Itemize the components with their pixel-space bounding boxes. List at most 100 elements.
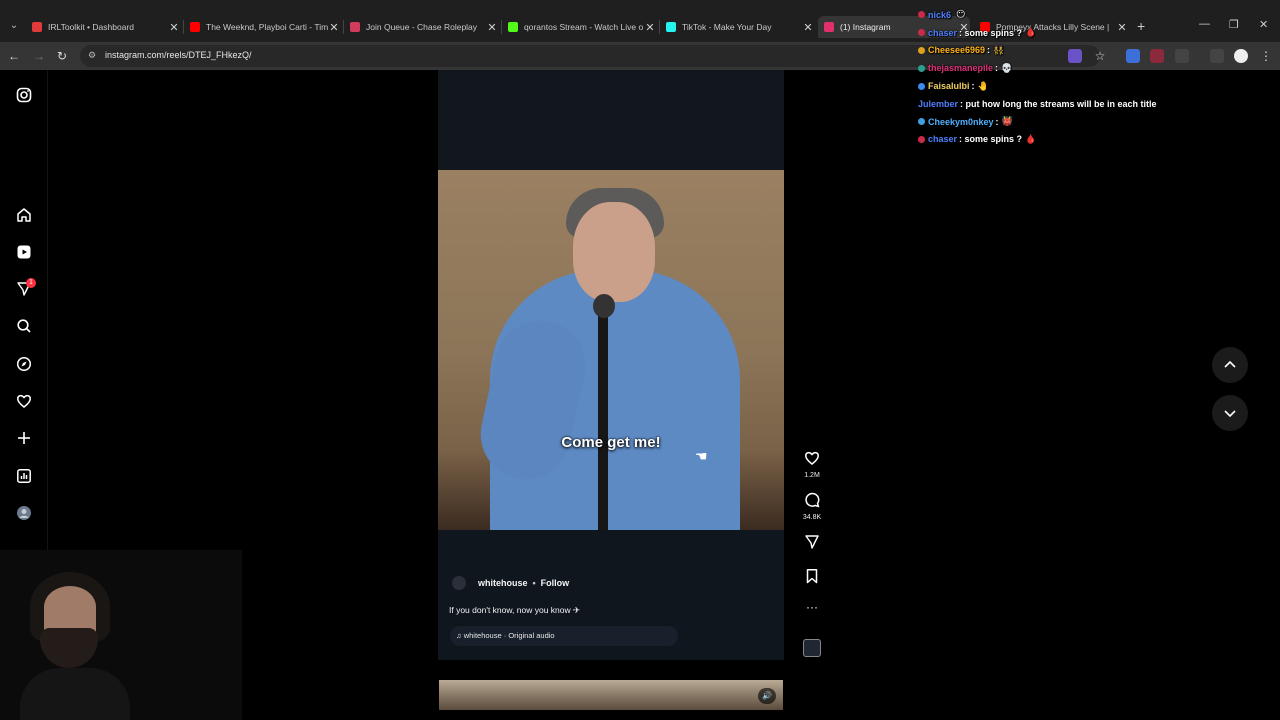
reel-video[interactable]: Come get me! xyxy=(438,170,784,530)
chat-username: Faisalulbi xyxy=(928,81,970,92)
tab-separator xyxy=(659,20,660,34)
irltoolkit-favicon-icon xyxy=(32,22,42,32)
close-tab-icon[interactable]: ✕ xyxy=(486,21,498,34)
next-reel-button[interactable] xyxy=(1212,395,1248,431)
chat-badge-icon xyxy=(918,82,925,90)
chase-favicon-icon xyxy=(350,22,360,32)
chat-message: nick6 😶 xyxy=(918,6,1238,24)
profile-avatar-icon[interactable] xyxy=(14,503,34,523)
tab-kick-stream[interactable]: qorantos Stream - Watch Live o ✕ xyxy=(508,16,656,38)
audio-thumbnail[interactable] xyxy=(803,639,821,657)
instagram-logo-icon[interactable] xyxy=(14,85,34,105)
like-button[interactable]: 1.2M xyxy=(800,450,824,479)
chat-emote: 👹 xyxy=(1001,116,1013,127)
stream-chat-overlay: nick6 😶 chaser : some spins ? 🩸 Cheesee6… xyxy=(918,6,1238,148)
author-username[interactable]: whitehouse xyxy=(478,578,528,588)
hand-cursor-icon: ☚ xyxy=(695,448,708,464)
chat-message: Cheekym0nkey : 👹 xyxy=(918,113,1238,131)
share-button[interactable] xyxy=(800,534,824,555)
comment-icon xyxy=(805,492,820,508)
tab-youtube[interactable]: The Weeknd, Playboi Carti - Tim ✕ xyxy=(190,16,340,38)
webcam-overlay xyxy=(0,550,242,720)
comment-count: 34.8K xyxy=(802,514,822,521)
author-avatar[interactable] xyxy=(452,576,466,590)
chat-username: Julember xyxy=(918,98,959,109)
microphone-stand xyxy=(598,300,608,530)
post-caption: If you don't know, now you know ✈ xyxy=(449,605,581,615)
reels-icon[interactable] xyxy=(14,242,34,262)
tab-separator xyxy=(501,20,502,34)
next-reel-preview[interactable] xyxy=(439,680,783,710)
chat-emote: 😶 xyxy=(956,9,966,20)
separator-dot: • xyxy=(532,578,536,588)
chat-text: : xyxy=(971,81,975,92)
like-count: 1.2M xyxy=(804,472,820,479)
chat-message: thejasmanepile : 💀 xyxy=(918,59,1238,77)
chat-username: Cheesee6969 xyxy=(928,45,986,56)
chat-message: Cheesee6969 : 👯 xyxy=(918,42,1238,60)
chat-message: chaser : some spins ? 🩸 xyxy=(918,24,1238,42)
chat-text: : xyxy=(995,63,999,74)
site-info-icon[interactable]: ⚙ xyxy=(88,50,100,62)
chat-message: Julember : put how long the streams will… xyxy=(918,95,1238,113)
reload-icon[interactable]: ↻ xyxy=(54,48,70,64)
chat-text: : some spins ? xyxy=(959,27,1023,38)
close-tab-icon[interactable]: ✕ xyxy=(644,21,656,34)
chat-username: chaser xyxy=(928,134,958,145)
tab-irltoolkit[interactable]: IRLToolkit • Dashboard ✕ xyxy=(32,16,180,38)
close-tab-icon[interactable]: ✕ xyxy=(802,21,814,34)
browser-menu-icon[interactable]: ⋮ xyxy=(1258,48,1274,64)
tab-title: TikTok - Make Your Day xyxy=(682,22,772,32)
comment-button[interactable]: 34.8K xyxy=(800,492,824,521)
follow-button[interactable]: Follow xyxy=(541,578,570,588)
chat-text: : put how long the streams will be in ea… xyxy=(960,98,1157,109)
create-icon[interactable] xyxy=(14,428,34,448)
audio-link[interactable]: ♫ whitehouse · Original audio xyxy=(450,626,678,646)
chat-badge-icon xyxy=(918,118,925,126)
share-send-icon xyxy=(805,535,819,549)
tab-title: qorantos Stream - Watch Live o xyxy=(524,22,644,32)
chat-emote: 🩸 xyxy=(1025,133,1037,144)
chat-username: nick6 xyxy=(928,9,952,20)
chat-badge-icon xyxy=(918,29,925,37)
window-close-icon[interactable]: ✕ xyxy=(1259,18,1268,31)
chat-message: chaser : some spins ? 🩸 xyxy=(918,131,1238,149)
close-tab-icon[interactable]: ✕ xyxy=(168,21,180,34)
close-tab-icon[interactable]: ✕ xyxy=(328,21,340,34)
more-options-icon[interactable]: ··· xyxy=(800,600,824,614)
like-heart-icon xyxy=(804,451,820,465)
youtube-favicon-icon xyxy=(190,22,200,32)
tab-search-chevron-icon[interactable]: ⌄ xyxy=(6,18,22,34)
back-icon[interactable]: ← xyxy=(6,48,22,64)
instagram-favicon-icon xyxy=(824,22,834,32)
previous-reel-button[interactable] xyxy=(1212,347,1248,383)
chat-emote: 💀 xyxy=(1001,62,1013,73)
chat-text: : xyxy=(995,116,999,127)
chat-badge-icon xyxy=(918,11,925,19)
dashboard-icon[interactable] xyxy=(14,466,34,486)
author-row: whitehouse • Follow xyxy=(452,576,569,590)
save-button[interactable] xyxy=(800,568,824,589)
reel-post-info: whitehouse • Follow If you don't know, n… xyxy=(438,530,784,660)
chat-emote: 🤚 xyxy=(977,80,989,91)
home-icon[interactable] xyxy=(14,205,34,225)
notifications-heart-icon[interactable] xyxy=(14,391,34,411)
tab-chase-roleplay[interactable]: Join Queue - Chase Roleplay ✕ xyxy=(350,16,498,38)
search-icon[interactable] xyxy=(14,316,34,336)
webcam-person xyxy=(20,668,130,720)
chat-badge-icon xyxy=(918,135,925,143)
chat-text: : some spins ? xyxy=(959,134,1023,145)
reel-top-area xyxy=(438,70,784,170)
video-caption-overlay: Come get me! xyxy=(561,434,661,451)
tab-separator xyxy=(183,20,184,34)
explore-icon[interactable] xyxy=(14,354,34,374)
chat-emote: 👯 xyxy=(993,44,1005,55)
notification-badge: 1 xyxy=(26,278,36,288)
tab-title: Join Queue - Chase Roleplay xyxy=(366,22,478,32)
tab-tiktok[interactable]: TikTok - Make Your Day ✕ xyxy=(666,16,814,38)
instagram-page: 1 Come get me! whitehouse • Follow If yo… xyxy=(0,70,1280,720)
mute-icon[interactable]: 🔊 xyxy=(758,688,776,704)
url-text[interactable]: instagram.com/reels/DTEJ_FHkezQ/ xyxy=(105,50,252,60)
forward-icon[interactable]: → xyxy=(31,48,47,64)
tab-title: IRLToolkit • Dashboard xyxy=(48,22,134,32)
